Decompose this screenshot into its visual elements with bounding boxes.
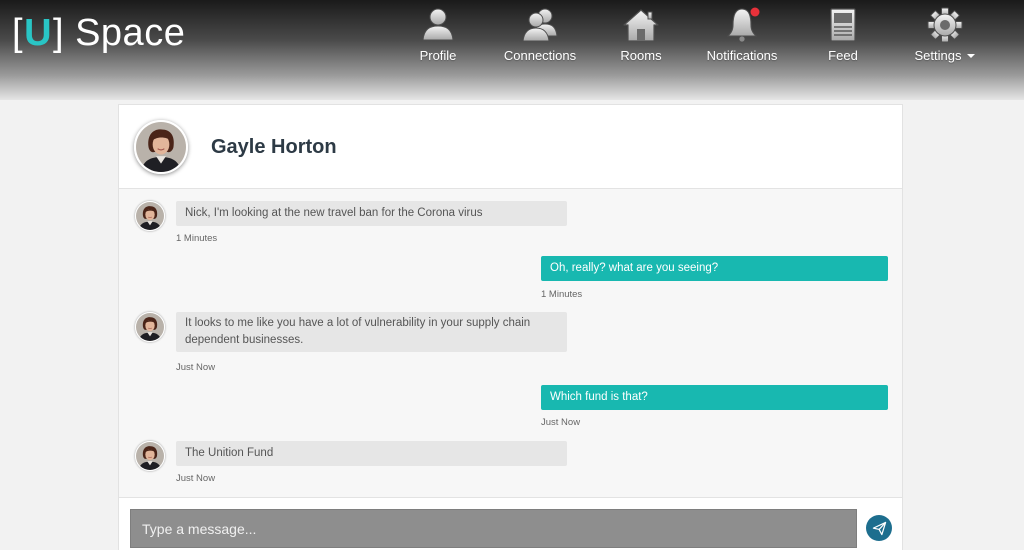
chat-header: Gayle Horton xyxy=(119,105,902,189)
message-timestamp: 1 Minutes xyxy=(176,233,218,244)
message-input[interactable] xyxy=(130,509,857,548)
logo-bracket-left: [ xyxy=(12,11,24,54)
people-icon xyxy=(522,8,558,42)
chat-panel: Gayle Horton Nick, I'm looking at the ne… xyxy=(118,104,903,550)
outgoing-message: Which fund is that? xyxy=(541,385,888,410)
incoming-message: Nick, I'm looking at the new travel ban … xyxy=(176,201,567,226)
nav-connections[interactable]: Connections xyxy=(490,6,590,68)
nav-profile-label: Profile xyxy=(419,48,457,63)
bell-icon xyxy=(726,7,760,43)
logo-wordmark: Space xyxy=(75,11,186,54)
nav-profile[interactable]: Profile xyxy=(388,6,488,68)
contact-name: Gayle Horton xyxy=(211,136,337,158)
nav-rooms-label: Rooms xyxy=(620,48,662,63)
message-composer xyxy=(119,497,902,550)
message-timestamp: 1 Minutes xyxy=(541,289,583,300)
nav-rooms[interactable]: Rooms xyxy=(591,6,691,68)
message-avatar xyxy=(135,441,165,471)
nav-settings-label: Settings xyxy=(915,48,976,63)
message-avatar xyxy=(135,201,165,231)
nav-feed[interactable]: Feed xyxy=(793,6,893,68)
nav-notifications-label: Notifications xyxy=(706,48,778,63)
nav-connections-label: Connections xyxy=(503,48,577,63)
nav-feed-label: Feed xyxy=(828,48,858,63)
notification-dot xyxy=(750,7,760,17)
nav-notifications[interactable]: Notifications xyxy=(692,6,792,68)
document-icon xyxy=(830,8,856,42)
message-timestamp: Just Now xyxy=(541,417,581,428)
message-avatar xyxy=(135,312,165,342)
house-icon xyxy=(623,9,659,42)
outgoing-message: Oh, really? what are you seeing? xyxy=(541,256,888,281)
nav-settings[interactable]: Settings xyxy=(895,6,995,68)
gear-icon xyxy=(927,7,963,43)
paper-plane-icon xyxy=(872,521,886,535)
message-timestamp: Just Now xyxy=(176,362,216,373)
person-icon xyxy=(422,8,454,41)
contact-avatar[interactable] xyxy=(134,120,188,174)
top-navigation-bar: [ U ] Space Profile Connections Rooms No… xyxy=(0,0,1024,100)
uspace-logo[interactable]: [ U ] Space xyxy=(12,8,185,58)
logo-bracket-right: ] xyxy=(53,11,65,54)
chevron-down-icon xyxy=(967,54,976,58)
logo-letter: U xyxy=(24,11,53,54)
send-button[interactable] xyxy=(866,515,892,541)
incoming-message: The Unition Fund xyxy=(176,441,567,466)
incoming-message: It looks to me like you have a lot of vu… xyxy=(176,312,567,352)
message-timestamp: Just Now xyxy=(176,473,216,484)
